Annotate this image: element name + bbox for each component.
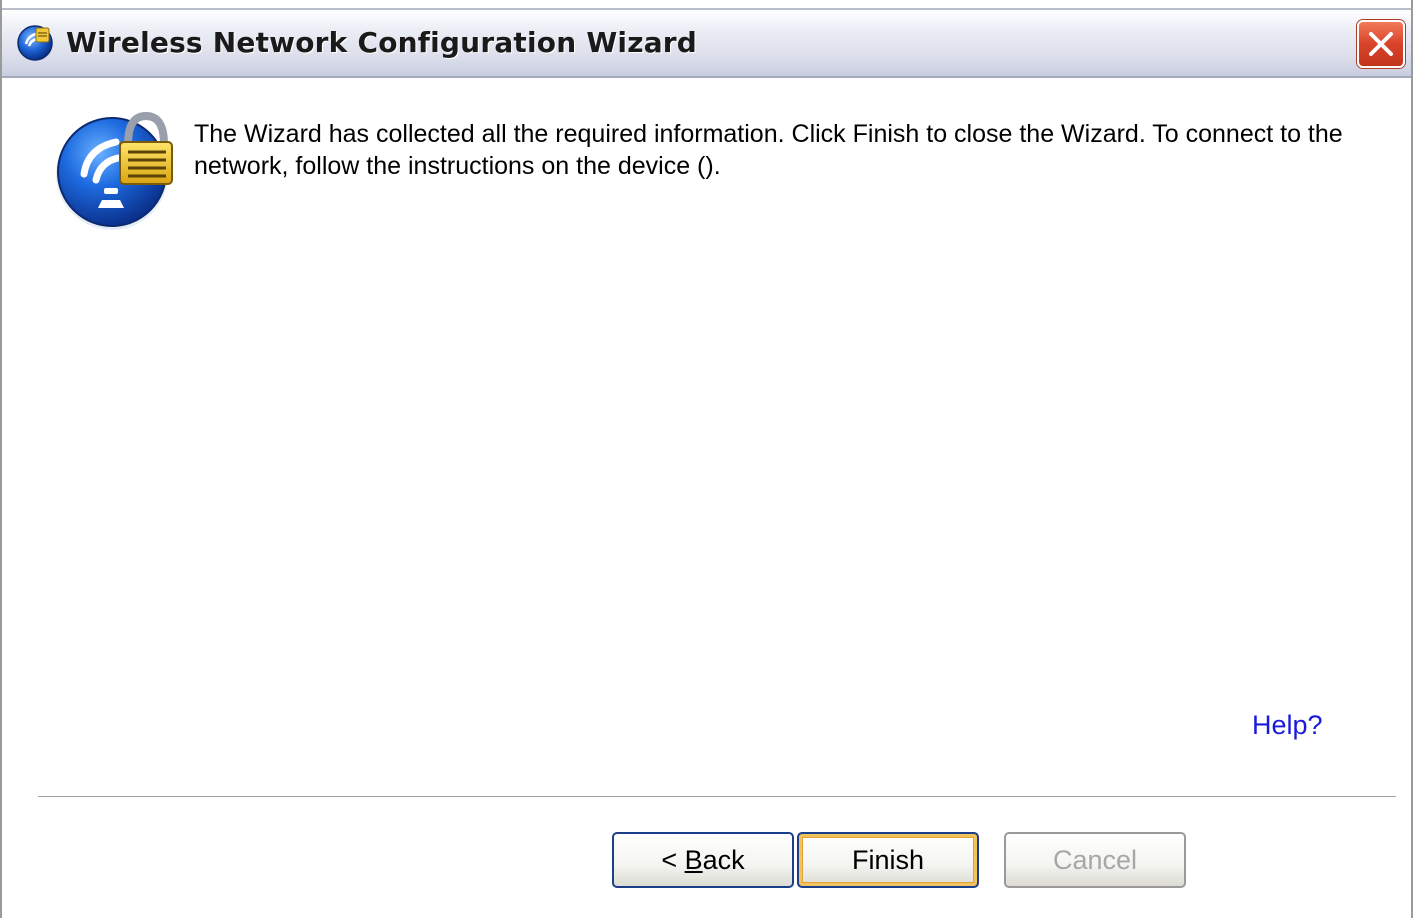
title-bar[interactable]: Wireless Network Configuration Wizard <box>2 8 1411 78</box>
wizard-message: The Wizard has collected all the require… <box>194 120 1343 180</box>
back-button-accelerator: B <box>684 844 703 875</box>
back-button-label: ack <box>702 844 745 875</box>
back-button-prefix: < <box>661 844 685 875</box>
window-title: Wireless Network Configuration Wizard <box>66 26 698 59</box>
close-button[interactable] <box>1357 20 1405 68</box>
back-button[interactable]: < Back <box>612 832 794 888</box>
wireless-lock-icon <box>56 111 173 230</box>
wireless-globe-icon <box>17 25 53 61</box>
wizard-window: Wireless Network Configuration Wizard Th… <box>0 0 1413 918</box>
help-link[interactable]: Help? <box>1252 710 1323 741</box>
cancel-button[interactable]: Cancel <box>1004 832 1186 888</box>
wizard-body: The Wizard has collected all the require… <box>2 78 1411 918</box>
close-icon <box>1369 32 1393 56</box>
footer-separator <box>38 796 1396 798</box>
finish-button[interactable]: Finish <box>797 832 979 888</box>
